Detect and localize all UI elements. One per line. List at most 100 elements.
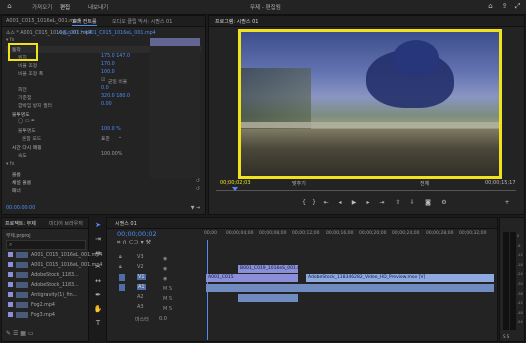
go-to-out-icon[interactable]: ⇥ bbox=[378, 199, 386, 207]
camera-icon[interactable]: ◙ bbox=[424, 199, 432, 207]
track-header-a1[interactable]: A1 bbox=[119, 284, 146, 293]
chevron-down-icon[interactable]: ⌄ bbox=[118, 135, 122, 140]
list-item[interactable]: Fog3.mp4 bbox=[8, 311, 86, 320]
pencil-icon[interactable]: ✎ bbox=[6, 330, 11, 337]
row-value[interactable]: 100.00% bbox=[101, 152, 122, 157]
tab-sequence[interactable]: 시퀀스 01 bbox=[115, 220, 137, 227]
mask-ellipse-icon[interactable]: ◯ bbox=[6, 119, 23, 124]
row-value[interactable]: 175.0 147.0 bbox=[101, 54, 130, 59]
ec-mini-timeline[interactable] bbox=[150, 38, 200, 178]
tab-audio-mixer[interactable]: 오디오 클립 믹서: 시퀀스 01 bbox=[112, 18, 172, 25]
workspaces-icon[interactable]: ⌂ bbox=[486, 2, 495, 11]
list-item[interactable]: A001_C015_1016eL_001.mp4 bbox=[8, 261, 102, 270]
reset-icon[interactable]: ↺ bbox=[196, 179, 200, 184]
icon-view-icon[interactable]: ▦ bbox=[20, 330, 26, 337]
tab-program[interactable]: 프로그램: 시퀀스 01 bbox=[215, 18, 258, 25]
tab-source[interactable]: A001_C015_1016eL_001.mp4 bbox=[6, 18, 80, 24]
clip-v1-b[interactable]: AdobeStock_118346282_Video_HD_Preview.mo… bbox=[306, 274, 494, 282]
marker-icon[interactable]: ▾ bbox=[141, 239, 144, 246]
search-input[interactable]: ⌕ bbox=[6, 240, 86, 250]
uniform-checkbox[interactable]: ☑ bbox=[101, 78, 105, 83]
timeline-tools[interactable]: ⌗ ∩ ⊂⊃ ▾ ⚒ bbox=[117, 239, 151, 247]
razor-tool-icon[interactable]: ✂ bbox=[93, 262, 103, 272]
row-value[interactable]: 170.0 bbox=[101, 62, 115, 67]
tab-media-browser[interactable]: 미디어 브라우저 bbox=[49, 220, 83, 227]
lock-icon[interactable]: 🔒︎ bbox=[119, 264, 122, 270]
list-item[interactable]: AdobeStock_1183... bbox=[8, 271, 86, 280]
track-header-v2[interactable]: 🔒︎ V2 bbox=[119, 264, 144, 270]
eye-icon[interactable]: ◉ bbox=[163, 266, 167, 272]
list-item[interactable]: AdobeStock_1183... bbox=[8, 281, 86, 290]
mark-out-icon[interactable]: } bbox=[310, 199, 318, 207]
ripple-edit-icon[interactable]: ⇹ bbox=[93, 248, 103, 258]
row-value[interactable]: 0.00 bbox=[101, 102, 112, 107]
tab-export[interactable]: 내보내기 bbox=[88, 3, 108, 11]
filter-icon[interactable]: ▼ ⇥ bbox=[191, 206, 200, 211]
track-toggles[interactable]: ◉ ◉ ◉ M S M S M S bbox=[163, 254, 172, 314]
lift-icon[interactable]: ⇧ bbox=[394, 199, 402, 207]
program-timecode[interactable]: 00;00;02;03 bbox=[220, 180, 251, 186]
clip-v1-middle[interactable] bbox=[238, 274, 298, 282]
play-icon[interactable]: ▶ bbox=[350, 199, 358, 207]
tab-import[interactable]: 가져오기 bbox=[32, 3, 52, 11]
nest-icon[interactable]: ⌗ bbox=[117, 239, 120, 246]
clip-a1[interactable] bbox=[206, 284, 494, 292]
source-patch[interactable] bbox=[119, 284, 125, 291]
blend-mode-select[interactable]: 표준 bbox=[101, 135, 110, 142]
row-value[interactable]: 100.0 % bbox=[101, 127, 121, 132]
track-header-master[interactable]: 마스터 0.0 bbox=[135, 316, 167, 323]
tab-edit[interactable]: 편집 bbox=[60, 3, 70, 11]
hand-tool-icon[interactable]: ✋ bbox=[93, 304, 103, 314]
row-value[interactable]: 0.0 bbox=[101, 86, 109, 91]
pen-tool-icon[interactable]: ✒ bbox=[93, 290, 103, 300]
linked-icon[interactable]: ⊂⊃ bbox=[129, 239, 139, 246]
quality-select[interactable]: 전체 bbox=[420, 180, 429, 187]
eye-icon[interactable]: ◉ bbox=[163, 276, 167, 282]
list-item[interactable]: Antigravity(1)_fin... bbox=[8, 291, 86, 300]
solo-buttons[interactable]: S S bbox=[503, 334, 509, 339]
mute-m-icon[interactable]: M S bbox=[163, 296, 172, 302]
mute-m-icon[interactable]: M S bbox=[163, 286, 172, 292]
share-icon[interactable]: ⇪ bbox=[500, 2, 509, 11]
tab-effect-controls[interactable]: 효과 컨트롤 bbox=[72, 18, 97, 26]
clip-v1-a[interactable]: A001_C015 bbox=[206, 274, 241, 282]
time-ruler[interactable]: 00;00 00;00;04;00 00;00;08;00 00;00;12;0… bbox=[204, 231, 498, 241]
track-header-v3[interactable]: 🔒︎ V3 bbox=[119, 254, 144, 260]
add-button-icon[interactable]: + bbox=[503, 199, 511, 207]
row-value[interactable]: 320.0 180.0 bbox=[101, 94, 130, 99]
timeline-timecode[interactable]: 00;00;00;02 bbox=[117, 230, 157, 238]
eye-icon[interactable]: ◉ bbox=[163, 256, 167, 262]
clip-a2[interactable] bbox=[238, 294, 298, 302]
go-to-in-icon[interactable]: ⇤ bbox=[322, 199, 330, 207]
sequence-clip-label[interactable]: 시퀀스 01 * A001_C015_1016eL_001.mp4 bbox=[58, 29, 156, 36]
reset-icon[interactable]: ↺ bbox=[196, 187, 200, 192]
program-scrubber[interactable] bbox=[216, 190, 516, 191]
wrench-icon[interactable]: ⚒ bbox=[146, 239, 151, 246]
list-view-icon[interactable]: ☰ bbox=[13, 330, 18, 337]
fullscreen-icon[interactable]: ⤢ bbox=[513, 2, 522, 11]
project-footer-tools[interactable]: ✎ ☰ ▦ ▭ bbox=[6, 330, 34, 337]
extract-icon[interactable]: ⇩ bbox=[408, 199, 416, 207]
mute-m-icon[interactable]: M S bbox=[163, 306, 172, 312]
lock-icon[interactable]: 🔒︎ bbox=[119, 254, 122, 260]
list-item[interactable]: Fog2.mp4 bbox=[8, 301, 86, 310]
track-header-v1[interactable]: V1 bbox=[119, 274, 146, 283]
ec-panner-section[interactable]: 패너 ↺ bbox=[6, 187, 201, 194]
ec-channel-volume-section[interactable]: 채널 볼륨 ↺ bbox=[6, 179, 201, 186]
step-forward-icon[interactable]: ▸ bbox=[364, 199, 372, 207]
clip-v2[interactable]: B001_C019_1016eS_001.mp4 bbox=[238, 265, 298, 273]
new-item-icon[interactable]: ▭ bbox=[28, 330, 34, 337]
track-select-icon[interactable]: ⇥ bbox=[93, 234, 103, 244]
fit-select[interactable]: 맞추기 bbox=[292, 180, 306, 187]
program-viewer[interactable] bbox=[238, 29, 502, 179]
selection-tool-icon[interactable]: ➤ bbox=[93, 220, 103, 230]
ec-timecode[interactable]: 00:00:00:00 ▼ ⇥ bbox=[6, 206, 201, 213]
source-patch[interactable] bbox=[119, 274, 125, 281]
list-item[interactable]: A001_C015_1016eL_001.mp4 bbox=[8, 251, 102, 260]
settings-icon[interactable]: ⚙ bbox=[440, 199, 448, 207]
slip-tool-icon[interactable]: ↔ bbox=[93, 276, 103, 286]
master-value[interactable]: 0.0 bbox=[159, 316, 167, 322]
playhead-marker[interactable] bbox=[232, 187, 238, 191]
step-back-icon[interactable]: ◂ bbox=[336, 199, 344, 207]
row-value[interactable]: 100.0 bbox=[101, 70, 115, 75]
